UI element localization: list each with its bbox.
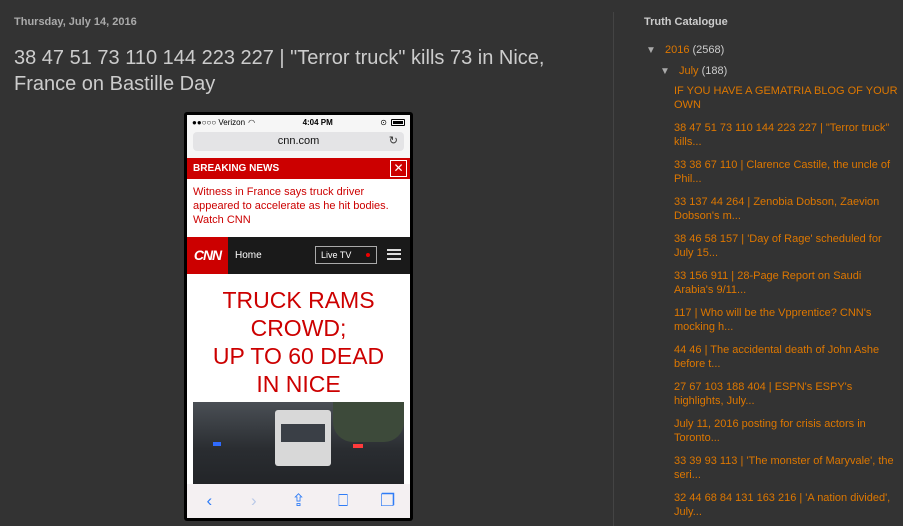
status-time: 4:04 PM [302, 118, 333, 127]
url-bar[interactable]: cnn.com ↻ [193, 132, 404, 151]
wifi-icon: ◠ [248, 118, 256, 127]
nav-home-link[interactable]: Home [235, 250, 262, 261]
archive-post-link[interactable]: 33 137 44 264 | Zenobia Dobson, Zaevion … [674, 195, 899, 223]
archive-post-link[interactable]: 44 46 | The accidental death of John Ash… [674, 343, 899, 371]
menu-icon[interactable] [387, 249, 401, 260]
phone-screen: ●●○○○ Verizon ◠ 4:04 PM ⊙ cnn.com ↻ BREA… [187, 115, 410, 518]
year-count: (2568) [692, 44, 725, 56]
cnn-nav-bar: CNN Home Live TV [187, 237, 410, 274]
archive-post-link[interactable]: 38 46 58 157 | 'Day of Rage' scheduled f… [674, 232, 899, 260]
close-icon[interactable]: ✕ [390, 160, 407, 177]
month-count: (188) [701, 65, 728, 77]
tabs-icon[interactable]: ❐ [376, 491, 400, 511]
headline-area: TRUCK RAMS CROWD; UP TO 60 DEAD IN NICE [187, 274, 410, 518]
archive-post-link[interactable]: July 11, 2016 posting for crisis actors … [674, 417, 899, 445]
archive-month[interactable]: ▼ July (188) [660, 65, 727, 77]
main-headline[interactable]: TRUCK RAMS CROWD; UP TO 60 DEAD IN NICE [187, 274, 410, 398]
breaking-news-banner[interactable]: BREAKING NEWS ✕ [187, 158, 410, 179]
live-tv-button[interactable]: Live TV [315, 246, 377, 264]
headline-line: CROWD; [250, 315, 347, 341]
breaking-news-text[interactable]: Witness in France says truck driver appe… [187, 179, 410, 237]
archive-post-link[interactable]: 117 | Who will be the Vpprentice? CNN's … [674, 306, 899, 334]
photo-police-light [213, 442, 221, 446]
archive-post-link[interactable]: 33 38 67 110 | Clarence Castile, the unc… [674, 158, 899, 186]
forward-icon[interactable]: › [242, 491, 266, 511]
archive-year[interactable]: ▼ 2016 (2568) [646, 44, 724, 56]
year-toggle-icon[interactable]: ▼ [646, 45, 656, 56]
headline-line: TRUCK RAMS [222, 287, 375, 313]
headline-line: IN NICE [256, 371, 341, 397]
column-divider [613, 12, 614, 526]
month-link[interactable]: July [679, 65, 699, 77]
rotation-lock-icon: ⊙ [380, 118, 387, 127]
safari-toolbar: ‹ › ⇪ ⎕ ❐ [187, 484, 410, 518]
live-tv-label: Live TV [321, 250, 352, 260]
post-title[interactable]: 38 47 51 73 110 144 223 227 | "Terror tr… [14, 45, 594, 97]
archive-post-link[interactable]: 27 67 103 188 404 | ESPN's ESPY's highli… [674, 380, 899, 408]
photo-truck-window [281, 424, 325, 442]
month-toggle-icon[interactable]: ▼ [660, 66, 670, 77]
sidebar-title: Truth Catalogue [644, 16, 728, 28]
photo-tail-light [353, 444, 363, 448]
archive-post-link[interactable]: 32 44 68 84 131 163 216 | 'A nation divi… [674, 491, 899, 519]
headline-line: UP TO 60 DEAD [212, 343, 385, 369]
year-link[interactable]: 2016 [665, 44, 689, 56]
status-bar: ●●○○○ Verizon ◠ 4:04 PM ⊙ [187, 115, 410, 130]
carrier: ●●○○○ Verizon ◠ [192, 118, 255, 127]
bookmarks-icon[interactable]: ⎕ [331, 491, 355, 511]
post-area: Thursday, July 14, 2016 38 47 51 73 110 … [0, 0, 612, 526]
archive-post-link[interactable]: 38 47 51 73 110 144 223 227 | "Terror tr… [674, 121, 899, 149]
breaking-news-label: BREAKING NEWS [193, 163, 280, 174]
status-right: ⊙ [380, 118, 405, 127]
archive-post-link[interactable]: IF YOU HAVE A GEMATRIA BLOG OF YOUR OWN [674, 84, 899, 112]
blog-archive: Truth Catalogue ▼ 2016 (2568) ▼ July (18… [644, 16, 899, 518]
archive-post-list: IF YOU HAVE A GEMATRIA BLOG OF YOUR OWN … [674, 84, 899, 526]
photo-tree [333, 402, 404, 442]
archive-post-link[interactable]: 33 39 93 113 | 'The monster of Maryvale'… [674, 454, 899, 482]
reload-icon[interactable]: ↻ [389, 132, 398, 151]
back-icon[interactable]: ‹ [197, 491, 221, 511]
carrier-label: ●●○○○ Verizon [192, 118, 246, 127]
archive-post-link[interactable]: 33 156 911 | 28-Page Report on Saudi Ara… [674, 269, 899, 297]
battery-icon [391, 119, 405, 126]
post-date: Thursday, July 14, 2016 [14, 16, 137, 28]
share-icon[interactable]: ⇪ [286, 491, 310, 511]
live-dot-icon [366, 253, 370, 257]
url-text: cnn.com [277, 135, 320, 147]
phone-screenshot: ●●○○○ Verizon ◠ 4:04 PM ⊙ cnn.com ↻ BREA… [184, 112, 413, 521]
cnn-logo[interactable]: CNN [187, 237, 228, 274]
